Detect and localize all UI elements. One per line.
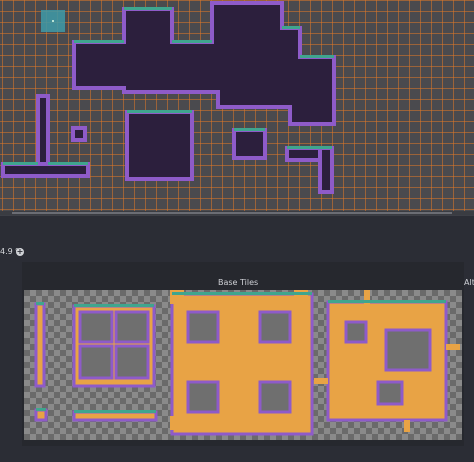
atlas-floor-strip — [72, 410, 158, 422]
tile-block-square — [125, 110, 194, 181]
tile-selection-cursor — [41, 10, 65, 32]
tileset-atlas[interactable] — [24, 290, 462, 440]
tile-pillar-left — [36, 94, 50, 170]
tilemap-viewport[interactable] — [0, 0, 474, 215]
tileset-atlas-canvas[interactable] — [24, 290, 462, 440]
tilemap-canvas[interactable] — [0, 0, 474, 215]
base-tiles-label: Base Tiles — [218, 278, 259, 287]
tile-floor-left — [1, 162, 90, 178]
alt-tiles-label: Alt — [464, 278, 474, 287]
bottom-panel — [0, 215, 474, 246]
atlas-single-tile — [34, 408, 48, 422]
tile-block-small — [232, 128, 267, 160]
scrollbar-thumb[interactable] — [12, 212, 452, 214]
plus-circle-icon[interactable]: + — [16, 248, 24, 256]
tile-drop-right — [318, 146, 334, 194]
atlas-strip-vertical — [34, 302, 46, 388]
tile-star — [71, 126, 87, 142]
tile-mass-main — [72, 1, 336, 126]
